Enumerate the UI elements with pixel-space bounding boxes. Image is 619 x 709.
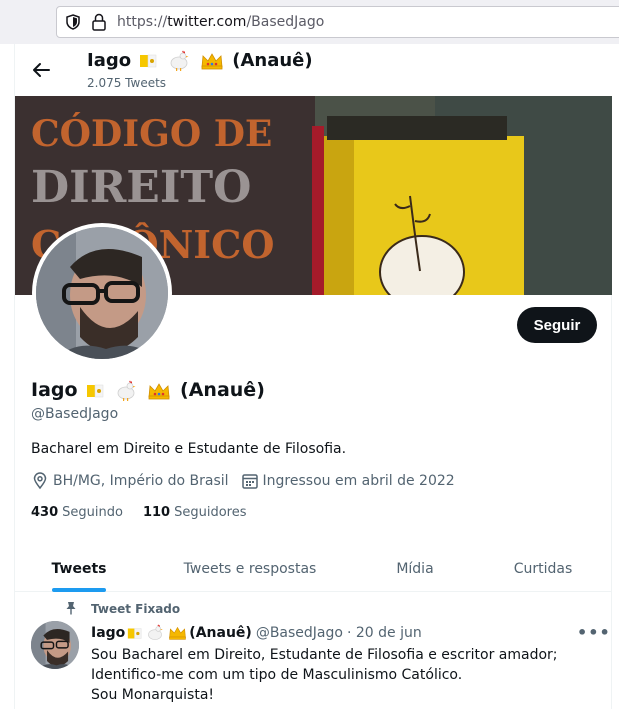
tab-replies-label: Tweets e respostas (183, 561, 317, 577)
followers-count: 110 (142, 505, 171, 520)
tweet-avatar-image (31, 621, 79, 669)
pinned-label: Tweet Fixado (91, 602, 181, 616)
follow-button[interactable]: Seguir (517, 307, 597, 343)
vatican-flag-icon (140, 54, 157, 68)
tweet-date[interactable]: · 20 de jun (347, 625, 422, 641)
profile-column: Iago (Anauê) 2.075 Tweets CÓDIGO DE DIRE… (14, 44, 612, 709)
tab-replies[interactable]: Tweets e respostas (175, 546, 325, 592)
tweet-line: Sou Bacharel em Direito, Estudante de Fi… (91, 647, 558, 663)
tweet-count: 2.075 Tweets (87, 76, 167, 90)
profile-handle: @BasedJago (31, 406, 119, 422)
tab-likes[interactable]: Curtidas (505, 546, 581, 592)
tweet-text: Sou Bacharel em Direito, Estudante de Fi… (91, 645, 601, 705)
url-path: /BasedJago (246, 14, 325, 30)
header-display-name: Iago (Anauê) (87, 50, 313, 72)
url-scheme: https:// (117, 14, 168, 30)
followers-label: Seguidores (174, 505, 247, 520)
tweet-author-handle[interactable]: @BasedJago (256, 625, 343, 641)
crown-icon (201, 53, 223, 70)
follow-stats: 430 Seguindo 110 Seguidores (31, 505, 266, 520)
location-text: BH/MG, Império do Brasil (53, 473, 229, 489)
profile-avatar[interactable] (32, 223, 172, 363)
url-host: twitter.com (167, 14, 247, 30)
url-bar[interactable]: https://twitter.com/BasedJago (56, 6, 619, 38)
back-arrow-icon (33, 63, 50, 77)
profile-location: BH/MG, Império do Brasil (31, 472, 229, 490)
tweet-author-suffix[interactable]: (Anauê) (189, 625, 252, 641)
vatican-flag-icon (128, 627, 142, 639)
tweet-line: Identifico-me com um tipo de Masculinism… (91, 667, 463, 683)
tweet-avatar[interactable] (31, 621, 79, 669)
tab-tweets[interactable]: Tweets (31, 546, 127, 592)
tweet-header: Iago (Anauê) @BasedJago · 20 de jun (91, 624, 422, 642)
banner-book-line1: CÓDIGO DE (31, 113, 272, 155)
browser-toolbar: https://twitter.com/BasedJago (0, 0, 619, 44)
tab-tweets-label: Tweets (51, 561, 107, 577)
banner-book-line2: DIREITO (31, 162, 252, 213)
profile-bio: Bacharel em Direito e Estudante de Filos… (31, 441, 347, 457)
profile-meta: BH/MG, Império do Brasil Ingressou em ab… (31, 472, 467, 490)
following-label: Seguindo (62, 505, 123, 520)
active-tab-indicator (52, 588, 106, 592)
more-icon[interactable]: ••• (577, 623, 610, 642)
header-name-suffix: (Anauê) (232, 50, 313, 71)
shield-icon[interactable] (65, 14, 81, 30)
profile-name-text: Iago (31, 379, 78, 401)
tab-likes-label: Curtidas (513, 561, 573, 577)
tweet-line: Sou Monarquista! (91, 687, 215, 703)
vatican-flag-icon (87, 384, 104, 397)
following-count: 430 (31, 505, 59, 520)
crown-icon (169, 626, 187, 640)
tweet-author-name[interactable]: Iago (91, 625, 125, 641)
profile-header-bar: Iago (Anauê) 2.075 Tweets (15, 44, 612, 96)
tab-media[interactable]: Mídia (375, 546, 455, 592)
location-icon (31, 472, 49, 490)
profile-name-suffix: (Anauê) (180, 379, 265, 401)
profile-tabs: Tweets Tweets e respostas Mídia Curtidas (15, 546, 612, 592)
following-link[interactable]: 430 Seguindo (31, 505, 123, 520)
avatar-image (36, 227, 168, 359)
header-name-text: Iago (87, 50, 132, 71)
profile-display-name: Iago (Anauê) (31, 379, 265, 402)
back-button[interactable] (29, 58, 53, 82)
pinned-tweet[interactable]: Tweet Fixado Iago (Anauê) @BasedJago · 2… (15, 593, 612, 709)
rooster-icon (117, 380, 136, 401)
lock-icon[interactable] (91, 13, 107, 31)
avatar (36, 227, 168, 359)
followers-link[interactable]: 110 Seguidores (143, 505, 247, 520)
tab-media-label: Mídia (396, 561, 434, 577)
pin-icon (66, 602, 76, 615)
rooster-icon (148, 624, 164, 640)
crown-icon (148, 382, 170, 399)
joined-text: Ingressou em abril de 2022 (262, 473, 455, 489)
page: https://twitter.com/BasedJago Iago (Anau… (0, 0, 619, 709)
url-text[interactable]: https://twitter.com/BasedJago (117, 14, 324, 30)
profile-joined: Ingressou em abril de 2022 (241, 472, 455, 490)
rooster-icon (170, 50, 189, 71)
calendar-icon (241, 472, 259, 490)
